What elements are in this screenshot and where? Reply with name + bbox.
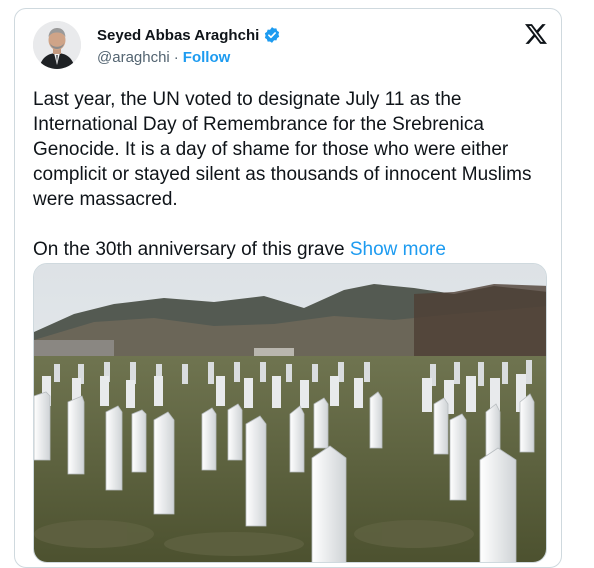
tweet-paragraph-2: On the 30th anniversary of this grave Sh… (33, 237, 543, 262)
follow-button[interactable]: Follow (183, 49, 231, 66)
tweet-media[interactable] (33, 263, 547, 563)
separator-dot: · (173, 49, 179, 66)
author-handle[interactable]: @araghchi (97, 49, 170, 66)
author-name-row: Seyed Abbas Araghchi (97, 26, 281, 44)
show-more-link[interactable]: Show more (350, 239, 446, 260)
avatar[interactable] (33, 21, 81, 69)
x-logo-icon[interactable] (525, 23, 547, 45)
author-name[interactable]: Seyed Abbas Araghchi (97, 27, 259, 44)
tweet-card: Seyed Abbas Araghchi @araghchi · Follow … (14, 8, 562, 568)
tweet-paragraph-2-text: On the 30th anniversary of this grave (33, 239, 345, 260)
verified-badge-icon (265, 27, 280, 43)
tweet-text: Last year, the UN voted to designate Jul… (33, 87, 543, 262)
author-handle-row: @araghchi · Follow (97, 49, 230, 66)
avatar-image (33, 21, 81, 69)
memorial-cemetery-photo (34, 264, 546, 562)
tweet-paragraph-1: Last year, the UN voted to designate Jul… (33, 89, 532, 210)
